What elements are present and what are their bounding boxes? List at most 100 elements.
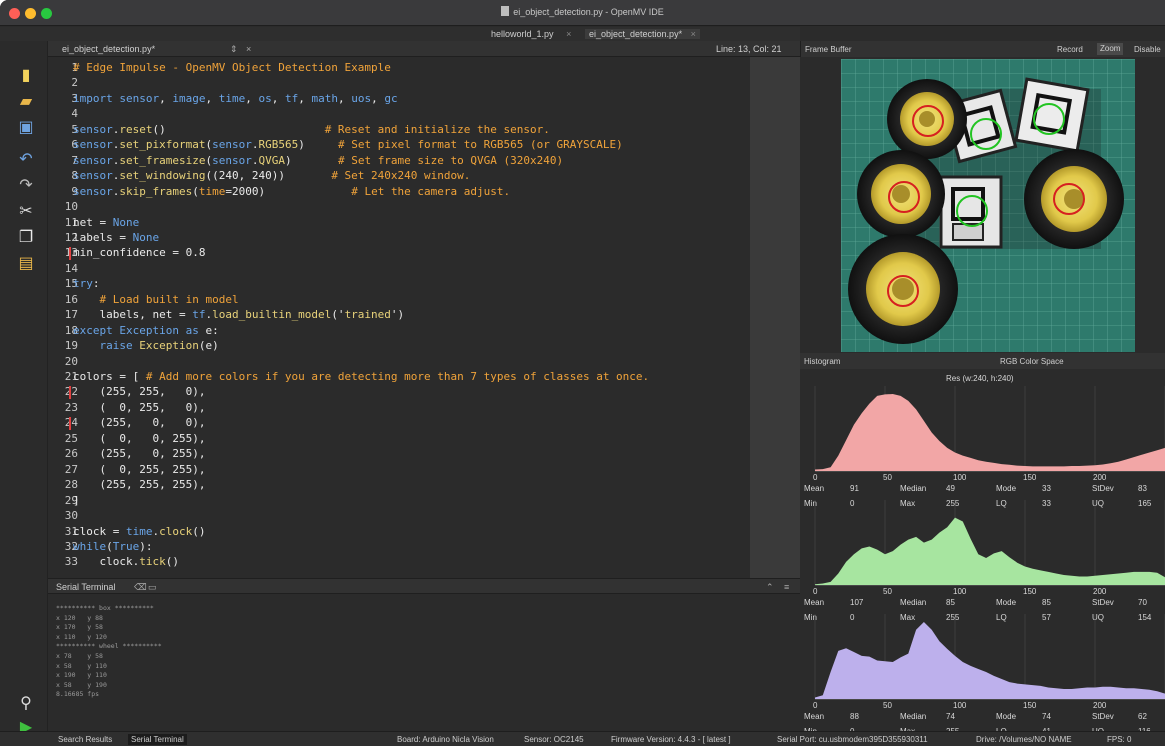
box-3 <box>939 175 1003 249</box>
window-title: ei_object_detection.py - OpenMV IDE <box>0 6 1165 17</box>
code-line[interactable]: # Load built in model <box>73 293 239 306</box>
serial-port-status[interactable]: Serial Port: cu.usbmodem395D355930311 <box>777 735 928 744</box>
histogram-x-tick: 0 <box>813 701 818 710</box>
modified-line-marker <box>69 417 71 431</box>
code-line[interactable]: import sensor, image, time, os, tf, math… <box>73 92 398 105</box>
code-line[interactable]: sensor.set_pixformat(sensor.RGB565) # Se… <box>73 138 623 151</box>
code-line[interactable]: ( 0, 255, 255), <box>73 463 205 476</box>
code-line[interactable]: sensor.set_windowing((240, 240)) # Set 2… <box>73 169 470 182</box>
code-line[interactable]: labels = None <box>73 231 159 244</box>
disable-button[interactable]: Disable <box>1134 45 1161 54</box>
tab-ei-object-detection[interactable]: ei_object_detection.py* × <box>585 29 700 39</box>
terminal-line: ********** wheel ********** <box>56 642 162 651</box>
close-tab-icon[interactable]: × <box>691 29 696 39</box>
code-line[interactable]: # Edge Impulse - OpenMV Object Detection… <box>73 61 391 74</box>
code-token: () <box>152 122 325 136</box>
firmware-status[interactable]: Firmware Version: 4.4.3 - [ latest ] <box>611 735 731 744</box>
stat-label: StDev <box>1092 598 1114 607</box>
code-token: None <box>112 215 140 229</box>
wheel-left <box>857 150 945 238</box>
code-line[interactable]: (255, 0, 255), <box>73 447 205 460</box>
code-line[interactable]: min_confidence = 0.8 <box>73 246 205 259</box>
zoom-button[interactable]: Zoom <box>1097 43 1124 55</box>
new-file-icon[interactable]: ▮ <box>16 65 36 85</box>
code-token: (255, 0, 0), <box>73 416 206 430</box>
code-line[interactable]: (255, 255, 255), <box>73 478 205 491</box>
code-token: except <box>73 323 120 337</box>
code-line[interactable]: ] <box>73 494 80 507</box>
code-line[interactable]: clock.tick() <box>73 555 179 568</box>
connect-icon[interactable]: ⚲ <box>16 693 36 713</box>
code-token: math <box>311 91 338 105</box>
code-editor[interactable]: 1 # Edge Impulse - OpenMV Object Detectio… <box>48 57 750 578</box>
drive-status[interactable]: Drive: /Volumes/NO NAME <box>976 735 1072 744</box>
histogram-x-tick: 200 <box>1093 473 1107 482</box>
code-token: os <box>258 91 272 105</box>
code-token: gc <box>384 91 398 105</box>
paste-icon[interactable]: ▤ <box>16 253 36 273</box>
stat-value-median: 49 <box>946 484 955 493</box>
code-token: True <box>112 539 140 553</box>
code-token: , <box>371 91 385 105</box>
code-token: reset <box>119 122 153 136</box>
terminal-clear-icon[interactable]: ⌫ <box>134 582 147 593</box>
record-button[interactable]: Record <box>1057 45 1083 54</box>
stat-label: Median <box>900 598 927 607</box>
histogram-title: Histogram <box>804 357 841 366</box>
color-space-select[interactable]: RGB Color Space <box>1000 357 1064 366</box>
code-line[interactable]: colors = [ # Add more colors if you are … <box>73 370 649 383</box>
copy-icon[interactable]: ❐ <box>16 227 36 247</box>
code-token: QVGA <box>258 153 285 167</box>
code-line[interactable]: ( 0, 255, 0), <box>73 401 205 414</box>
code-line[interactable]: net = None <box>73 216 139 229</box>
histogram-x-tick: 150 <box>1023 701 1037 710</box>
open-folder-icon[interactable]: ▰ <box>16 91 36 111</box>
code-line[interactable]: (255, 0, 0), <box>73 416 205 429</box>
ide-window: ei_object_detection.py - OpenMV IDE hell… <box>0 0 1165 746</box>
tab-helloworld[interactable]: helloworld_1.py × <box>491 29 571 39</box>
code-line[interactable]: sensor.reset() # Reset and initialize th… <box>73 123 550 136</box>
terminal-save-icon[interactable]: ▭ <box>148 582 157 593</box>
save-icon[interactable]: ▣ <box>16 117 36 137</box>
undo-icon[interactable]: ↶ <box>16 149 36 169</box>
code-token: trained <box>344 308 391 322</box>
code-token: # Edge Impulse - OpenMV Object Detection… <box>73 61 391 74</box>
histogram-x-tick: 100 <box>953 587 967 596</box>
close-tab-icon[interactable]: × <box>566 29 571 39</box>
stat-value-mean: 107 <box>850 598 864 607</box>
serial-terminal-tab[interactable]: Serial Terminal <box>128 734 187 745</box>
stat-value-mean: 88 <box>850 712 859 721</box>
terminal-line: x 58 y 110 <box>56 661 107 670</box>
code-line[interactable]: (255, 255, 0), <box>73 385 205 398</box>
code-line[interactable]: sensor.set_framesize(sensor.QVGA) # Set … <box>73 154 563 167</box>
code-token: try <box>73 277 93 291</box>
stat-value-median: 74 <box>946 712 955 721</box>
code-token: ( <box>106 539 113 553</box>
redo-icon[interactable]: ↷ <box>16 175 36 195</box>
histogram-panel: Res (w:240, h:240) 0 50 100 150 200 Mean 91 Med… <box>800 369 1165 736</box>
serial-terminal-header: Serial Terminal ⌫ ▭ ⌃ ≡ <box>48 578 800 594</box>
line-number: 4 <box>71 107 78 121</box>
wheel-top-left <box>887 79 967 159</box>
terminal-collapse-icon[interactable]: ⌃ <box>766 582 774 593</box>
code-line[interactable]: raise Exception(e) <box>73 339 219 352</box>
editor-tab-menu-icon[interactable]: ⇕ <box>230 44 238 55</box>
terminal-menu-icon[interactable]: ≡ <box>784 582 789 592</box>
serial-terminal-output[interactable]: ********** box ********** x 120 y 88 x 170… <box>48 594 800 731</box>
code-token: set_framesize <box>119 153 206 167</box>
code-line[interactable]: clock = time.clock() <box>73 525 205 538</box>
code-line[interactable]: except Exception as e: <box>73 324 219 337</box>
histogram-x-tick: 200 <box>1093 587 1107 596</box>
code-line[interactable]: while(True): <box>73 540 153 553</box>
code-line[interactable]: try: <box>73 277 100 290</box>
code-token: # Let the camera adjust. <box>351 184 511 198</box>
code-line[interactable]: ( 0, 0, 255), <box>73 432 205 445</box>
code-line[interactable]: labels, net = tf.load_builtin_model('tra… <box>73 308 404 321</box>
code-token: min_confidence = 0.8 <box>73 246 206 260</box>
cut-icon[interactable]: ✂ <box>16 201 36 221</box>
code-token: , <box>159 91 173 105</box>
search-results-tab[interactable]: Search Results <box>58 735 112 744</box>
code-line[interactable]: sensor.skip_frames(time=2000) # Let the … <box>73 185 510 198</box>
editor-close-icon[interactable]: × <box>246 44 251 54</box>
